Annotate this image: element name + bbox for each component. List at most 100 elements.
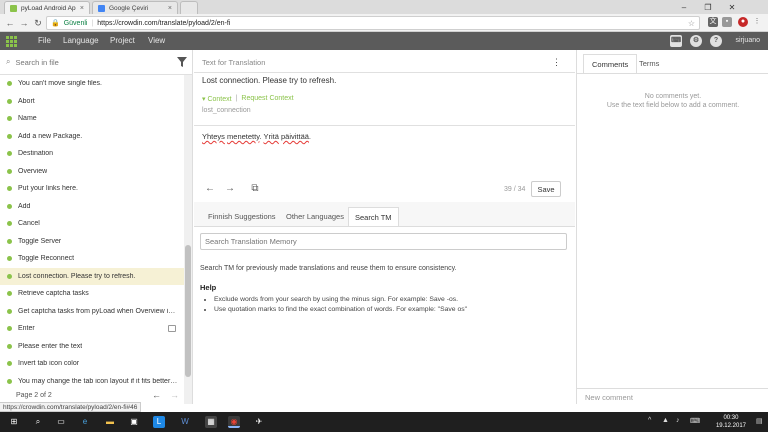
list-item[interactable]: You can't move single files. — [0, 75, 184, 93]
url-field[interactable]: 🔒 Güvenli | https://crowdin.com/translat… — [46, 16, 700, 30]
list-item[interactable]: Retrieve captcha tasks — [0, 285, 184, 303]
list-item-label: Add a new Package. — [18, 132, 83, 140]
forward-icon[interactable]: → — [18, 17, 30, 29]
tm-search-input[interactable] — [200, 233, 567, 250]
next-string-icon[interactable]: → — [224, 183, 236, 194]
previous-string-icon[interactable]: ← — [204, 183, 216, 194]
translation-textarea[interactable]: Yhteys menetetty. Yritä päivittää. — [202, 132, 311, 141]
search-input[interactable] — [15, 57, 156, 67]
tab-search-tm[interactable]: Search TM — [348, 207, 399, 227]
new-tab-button[interactable] — [180, 1, 198, 14]
translated-status-icon — [7, 151, 12, 157]
l-app-icon[interactable]: L — [153, 416, 165, 428]
next-page-icon[interactable]: → — [170, 390, 179, 400]
menu-language[interactable]: Language — [63, 32, 99, 50]
context-toggle[interactable]: ▾ Context — [202, 95, 232, 103]
apps-grid-icon[interactable] — [5, 35, 18, 47]
menu-project[interactable]: Project — [110, 32, 135, 50]
help-item: Exclude words from your search by using … — [214, 296, 467, 303]
bookmark-star-icon[interactable]: ☆ — [688, 19, 695, 28]
string-list-scrollbar[interactable] — [184, 75, 192, 404]
volume-icon[interactable]: ♪ — [676, 417, 680, 424]
more-options-icon[interactable]: ⋮ — [552, 57, 561, 68]
request-context-link[interactable]: Request Context — [241, 95, 293, 103]
reload-icon[interactable]: ↻ — [32, 17, 44, 29]
browser-tab-google-translate[interactable]: Google Çeviri × — [92, 1, 178, 14]
windows-start-icon[interactable]: ⊞ — [8, 416, 20, 428]
translation-punctuation: . — [308, 132, 312, 141]
keyboard-language-icon[interactable]: ⌨ — [690, 417, 700, 425]
scrollbar-thumb[interactable] — [185, 245, 191, 377]
list-item[interactable]: Cancel — [0, 215, 184, 233]
tab-terms[interactable]: Terms — [631, 54, 667, 74]
list-item[interactable]: Invert tab icon color — [0, 355, 184, 373]
restore-icon[interactable]: ❐ — [696, 0, 720, 14]
list-item[interactable]: Abort — [0, 93, 184, 111]
copy-source-icon[interactable]: ⧉ — [249, 183, 261, 194]
help-list: Exclude words from your search by using … — [208, 296, 467, 316]
list-item[interactable]: Enter — [0, 320, 184, 338]
close-icon[interactable]: × — [168, 5, 172, 12]
close-icon[interactable]: × — [80, 5, 84, 12]
context-links: ▾ Context | Request Context — [202, 95, 294, 103]
menu-file[interactable]: File — [38, 32, 51, 50]
list-item[interactable]: Destination — [0, 145, 184, 163]
list-item[interactable]: Toggle Reconnect — [0, 250, 184, 268]
app-header: File Language Project View ⌨ ⚙ ? sirjuan… — [0, 32, 768, 50]
chrome-icon[interactable]: ◉ — [228, 416, 240, 428]
help-icon[interactable]: ? — [710, 35, 722, 47]
word-icon[interactable]: W — [179, 416, 191, 428]
notifications-icon[interactable]: ▤ — [756, 417, 763, 425]
settings-gear-icon[interactable]: ⚙ — [690, 35, 702, 47]
translated-status-icon — [7, 203, 12, 209]
extension-icon[interactable]: ▪ — [722, 17, 732, 27]
previous-page-icon[interactable]: ← — [152, 390, 161, 400]
list-item[interactable]: Get captcha tasks from pyLoad when Overv… — [0, 303, 184, 321]
list-item[interactable]: Overview — [0, 163, 184, 181]
translate-extension-icon[interactable]: 文 — [708, 17, 718, 27]
username[interactable]: sirjuano — [735, 32, 760, 50]
edge-browser-icon[interactable]: e — [79, 416, 91, 428]
store-icon[interactable]: ▣ — [128, 416, 140, 428]
list-item[interactable]: Please enter the text — [0, 338, 184, 356]
keyboard-icon[interactable]: ⌨ — [670, 35, 682, 47]
list-item[interactable]: Toggle Server — [0, 233, 184, 251]
new-comment-input[interactable]: New comment — [577, 388, 768, 404]
string-key: lost_connection — [202, 107, 251, 114]
task-view-icon[interactable]: ▭ — [55, 416, 67, 428]
profile-extension-icon[interactable]: ● — [738, 17, 748, 27]
help-item: Use quotation marks to find the exact co… — [214, 306, 467, 313]
list-item[interactable]: Name — [0, 110, 184, 128]
list-item-label: You may change the tab icon layout if it… — [18, 377, 178, 385]
list-item[interactable]: Lost connection. Please try to refresh. — [0, 267, 184, 285]
tab-other-languages[interactable]: Other Languages — [280, 207, 350, 227]
tab-comments[interactable]: Comments — [583, 54, 638, 74]
pinned-app-icon[interactable]: ✈ — [253, 416, 265, 428]
app-icon[interactable]: ▦ — [205, 416, 217, 428]
list-item[interactable]: Put your links here. — [0, 180, 184, 198]
clock[interactable]: 00:30 19.12.2017 — [716, 414, 746, 430]
translation-word: menetetty — [227, 132, 260, 141]
window-close-icon[interactable]: ✕ — [720, 0, 744, 14]
list-item[interactable]: Add a new Package. — [0, 128, 184, 146]
save-button[interactable]: Save — [531, 181, 561, 197]
list-item-label: Abort — [18, 97, 35, 105]
tray-chevron-icon[interactable]: ^ — [648, 417, 651, 424]
file-explorer-icon[interactable]: ▬ — [104, 416, 116, 428]
browser-tab-pyload[interactable]: pyLoad Android App - p × — [4, 1, 90, 14]
tab-finnish-suggestions[interactable]: Finnish Suggestions — [202, 207, 282, 227]
translated-status-icon — [7, 291, 12, 297]
search-icon[interactable]: ⌕ — [32, 416, 44, 428]
list-item-label: Lost connection. Please try to refresh. — [18, 272, 136, 280]
status-url: https://crowdin.com/translate/pyload/2/e… — [0, 402, 142, 412]
menu-view[interactable]: View — [148, 32, 165, 50]
filter-icon[interactable] — [177, 57, 187, 67]
list-item[interactable]: Add — [0, 198, 184, 216]
network-icon[interactable]: ▲ — [662, 417, 669, 424]
browser-menu-icon[interactable]: ⋮ — [752, 17, 762, 27]
minimize-icon[interactable]: – — [672, 0, 696, 14]
list-item[interactable]: You may change the tab icon layout if it… — [0, 373, 184, 391]
list-item-label: Please enter the text — [18, 342, 83, 350]
translated-status-icon — [7, 186, 12, 192]
back-icon[interactable]: ← — [4, 17, 16, 29]
